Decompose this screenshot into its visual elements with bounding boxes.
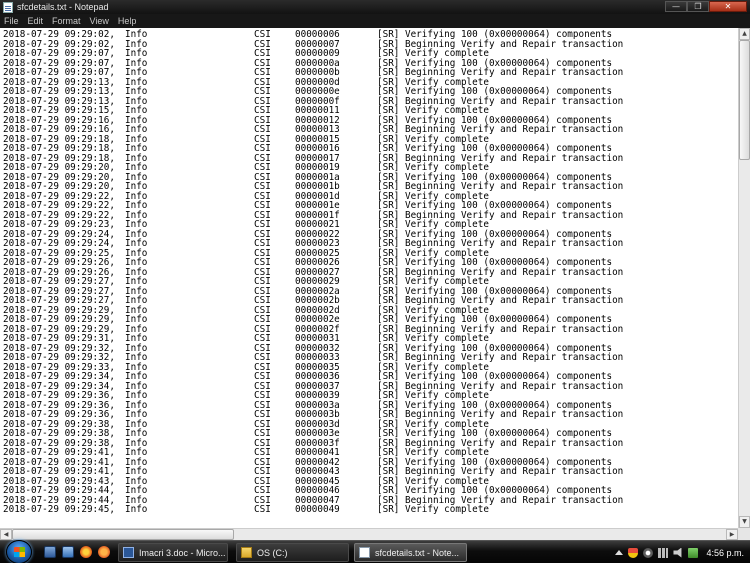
- log-timestamp: 2018-07-29 09:29:45,: [3, 504, 115, 515]
- menu-help[interactable]: Help: [118, 16, 137, 26]
- security-shield-icon[interactable]: [628, 547, 639, 558]
- taskbar-item-explorer[interactable]: OS (C:): [236, 543, 349, 562]
- update-icon[interactable]: [643, 547, 654, 558]
- show-desktop-icon[interactable]: [44, 546, 56, 558]
- menu-edit[interactable]: Edit: [28, 16, 44, 26]
- log-message: [SR] Verify complete: [377, 504, 489, 515]
- window-controls: — ❐ ✕: [665, 1, 747, 12]
- scrollbar-corner: [738, 528, 750, 540]
- firefox-icon[interactable]: [98, 546, 110, 558]
- title-bar: sfcdetails.txt - Notepad — ❐ ✕: [0, 0, 750, 14]
- show-hidden-icons-icon[interactable]: [615, 550, 624, 555]
- minimize-button[interactable]: —: [665, 1, 687, 12]
- close-button[interactable]: ✕: [709, 1, 747, 12]
- log-line: 2018-07-29 09:29:45, Info CSI 00000049 [SR] …: [3, 505, 723, 515]
- scroll-up-button[interactable]: ▲: [739, 28, 750, 40]
- log-source: CSI: [254, 504, 271, 515]
- menu-bar: File Edit Format View Help: [0, 14, 750, 28]
- power-icon[interactable]: [688, 547, 699, 558]
- browser-icon[interactable]: [80, 546, 92, 558]
- window-title: sfcdetails.txt - Notepad: [17, 2, 109, 12]
- clock[interactable]: 4:56 p.m.: [706, 548, 744, 558]
- log-lines: 2018-07-29 09:29:02, Info CSI 00000006 [SR] …: [3, 30, 723, 515]
- volume-icon[interactable]: [673, 547, 682, 558]
- text-editor[interactable]: 2018-07-29 09:29:02, Info CSI 00000006 [SR] …: [0, 28, 738, 528]
- switch-windows-icon[interactable]: [62, 546, 74, 558]
- menu-file[interactable]: File: [4, 16, 19, 26]
- taskbar-item-label: OS (C:): [257, 547, 288, 558]
- log-id: 00000049: [295, 504, 340, 515]
- start-button[interactable]: [6, 540, 32, 563]
- notepad-icon: [3, 1, 13, 13]
- taskbar-item-notepad[interactable]: sfcdetails.txt - Note...: [354, 543, 467, 562]
- windows-logo-icon: [14, 547, 25, 557]
- menu-view[interactable]: View: [90, 16, 109, 26]
- vertical-scroll-thumb[interactable]: [739, 40, 750, 160]
- taskbar-item-label: sfcdetails.txt - Note...: [375, 547, 460, 558]
- scroll-right-button[interactable]: ▶: [726, 529, 738, 540]
- taskbar-item-label: Imacri 3.doc - Micro...: [139, 547, 226, 558]
- taskbar: Imacri 3.doc - Micro... OS (C:) sfcdetai…: [0, 540, 750, 563]
- scroll-down-button[interactable]: ▼: [739, 516, 750, 528]
- menu-format[interactable]: Format: [52, 16, 81, 26]
- maximize-button[interactable]: ❐: [687, 1, 709, 12]
- word-icon: [123, 547, 134, 558]
- folder-icon: [241, 547, 252, 558]
- system-tray: 4:56 p.m.: [615, 542, 750, 563]
- vertical-scrollbar[interactable]: ▲ ▼: [738, 28, 750, 528]
- horizontal-scrollbar[interactable]: ◀ ▶: [0, 528, 738, 540]
- horizontal-scroll-thumb[interactable]: [12, 529, 234, 540]
- log-level: Info: [125, 504, 148, 515]
- notepad-icon: [359, 547, 370, 558]
- network-icon[interactable]: [658, 547, 669, 558]
- scroll-left-button[interactable]: ◀: [0, 529, 12, 540]
- taskbar-item-word[interactable]: Imacri 3.doc - Micro...: [118, 543, 228, 562]
